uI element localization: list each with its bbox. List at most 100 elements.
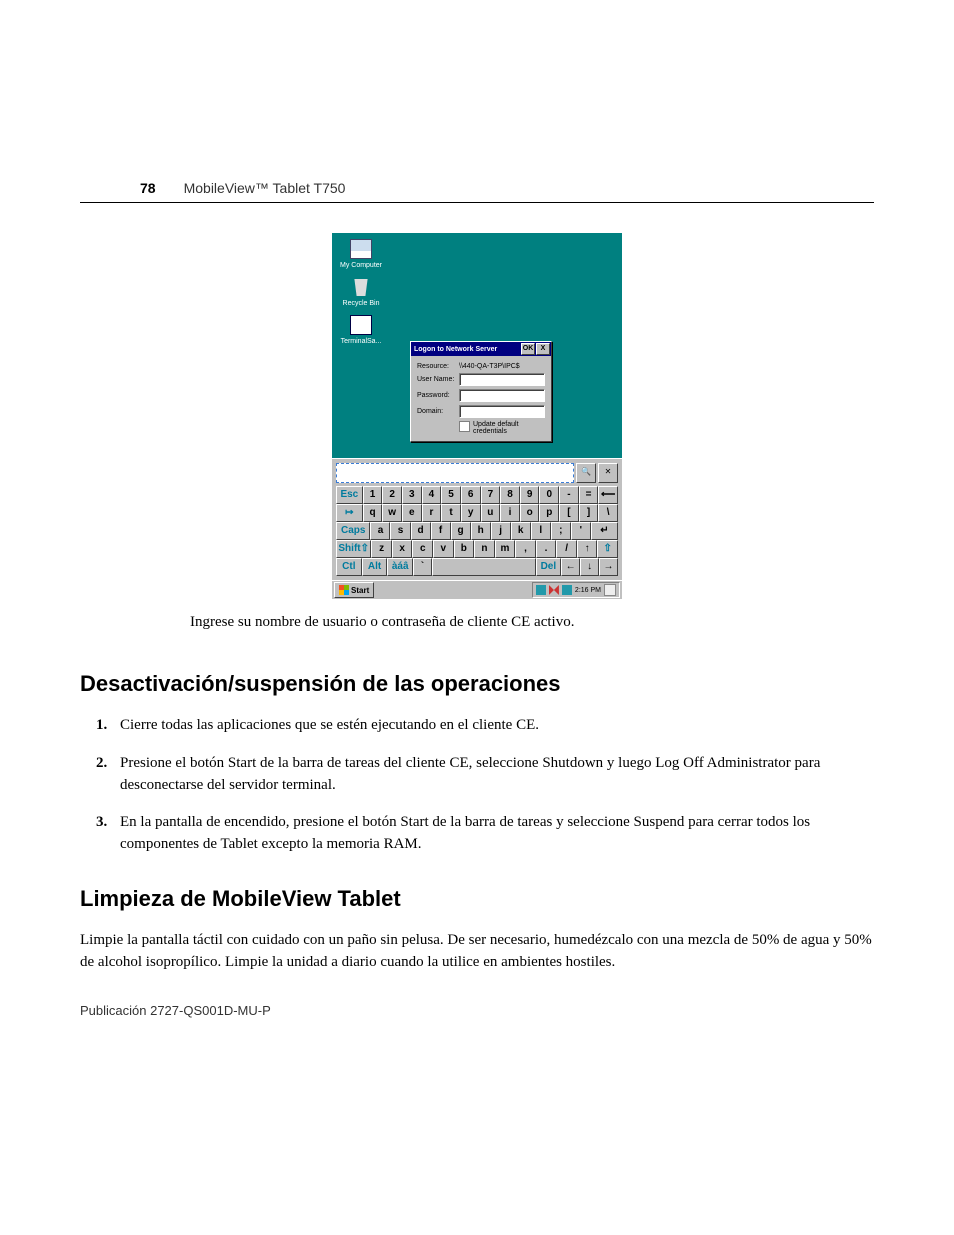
desktop-icon-terminal[interactable]: TerminalSa... [336,315,386,346]
key-8[interactable]: 8 [500,486,520,504]
key-v[interactable]: v [433,540,454,558]
key-b[interactable]: b [454,540,475,558]
key-del[interactable]: Del [536,558,562,576]
key-[interactable]: ↵ [591,522,618,540]
key-y[interactable]: y [461,504,481,522]
header-title: MobileView™ Tablet T750 [184,180,346,196]
key-q[interactable]: q [363,504,383,522]
key-9[interactable]: 9 [520,486,540,504]
computer-icon [350,239,372,259]
password-input[interactable] [459,389,545,402]
key-i[interactable]: i [500,504,520,522]
document-page: 78 MobileView™ Tablet T750 My Computer R… [0,0,954,1078]
key-2[interactable]: 2 [382,486,402,504]
key-p[interactable]: p [539,504,559,522]
key-z[interactable]: z [371,540,392,558]
icon-label: TerminalSa... [336,337,386,346]
desktop-icon-recycle-bin[interactable]: Recycle Bin [336,277,386,308]
key-[interactable]: ⟵ [598,486,618,504]
key-[interactable]: ' [571,522,591,540]
key-[interactable]: àáâ [387,558,413,576]
input-panel: 🔍 ✕ Esc1234567890-=⟵ ↦qwertyuiop[]\ Caps… [332,458,622,580]
key-[interactable]: / [556,540,577,558]
key-[interactable]: = [579,486,599,504]
magnify-button[interactable]: 🔍 [576,463,596,483]
key-shift[interactable]: Shift⇧ [336,540,371,558]
desktop: My Computer Recycle Bin TerminalSa... Lo… [332,233,622,458]
key-esc[interactable]: Esc [336,486,363,504]
key-w[interactable]: w [382,504,402,522]
key-[interactable]: ; [551,522,571,540]
key-[interactable]: , [515,540,536,558]
step-item: Presione el botón Start de la barra de t… [120,753,874,797]
resource-value: \\440-QA-T3P\IPC$ [459,363,545,370]
input-panel-close-button[interactable]: ✕ [598,463,618,483]
key-h[interactable]: h [471,522,491,540]
key-[interactable]: [ [559,504,579,522]
key-c[interactable]: c [412,540,433,558]
key-e[interactable]: e [402,504,422,522]
key-u[interactable]: u [481,504,501,522]
key-7[interactable]: 7 [481,486,501,504]
key-[interactable]: - [559,486,579,504]
update-credentials-checkbox[interactable] [459,421,470,432]
key-[interactable]: ⇧ [597,540,618,558]
key-6[interactable]: 6 [461,486,481,504]
key-1[interactable]: 1 [363,486,383,504]
key-l[interactable]: l [531,522,551,540]
username-input[interactable] [459,373,545,386]
section-heading-cleaning: Limpieza de MobileView Tablet [80,886,874,912]
key-[interactable]: ` [413,558,432,576]
start-button[interactable]: Start [334,582,374,598]
taskbar: Start 2:16 PM [332,580,622,599]
kbd-row-1: Esc1234567890-=⟵ [336,486,618,504]
key-4[interactable]: 4 [422,486,442,504]
key-[interactable]: ↓ [580,558,599,576]
tray-keyboard-icon[interactable] [562,585,572,595]
key-[interactable]: ↦ [336,504,363,522]
key-[interactable]: ↑ [577,540,598,558]
tray-status-icon[interactable] [549,585,559,595]
key-x[interactable]: x [392,540,413,558]
tray-desktop-icon[interactable] [604,584,616,596]
key-s[interactable]: s [390,522,410,540]
key-0[interactable]: 0 [539,486,559,504]
system-tray: 2:16 PM [532,582,620,598]
key-[interactable]: ] [579,504,599,522]
key-t[interactable]: t [441,504,461,522]
domain-input[interactable] [459,405,545,418]
dialog-close-button[interactable]: X [536,343,550,355]
logon-dialog: Logon to Network Server OK X Resource: \… [410,341,552,442]
desktop-icon-my-computer[interactable]: My Computer [336,239,386,270]
key-a[interactable]: a [370,522,390,540]
key-3[interactable]: 3 [402,486,422,504]
key-o[interactable]: o [520,504,540,522]
key-[interactable]: \ [598,504,618,522]
domain-label: Domain: [417,408,459,415]
dialog-titlebar: Logon to Network Server OK X [411,342,551,356]
on-screen-keyboard: Esc1234567890-=⟵ ↦qwertyuiop[]\ Capsasdf… [334,485,620,578]
key-space[interactable] [432,558,536,576]
shutdown-steps: Cierre todas las aplicaciones que se est… [80,715,874,856]
key-ctl[interactable]: Ctl [336,558,362,576]
input-panel-textbox[interactable] [336,463,574,483]
key-n[interactable]: n [474,540,495,558]
page-number: 78 [140,180,156,196]
key-[interactable]: → [599,558,618,576]
key-f[interactable]: f [431,522,451,540]
key-[interactable]: . [536,540,557,558]
recycle-bin-icon [350,277,372,297]
key-g[interactable]: g [451,522,471,540]
key-d[interactable]: d [411,522,431,540]
key-j[interactable]: j [491,522,511,540]
tray-network-icon[interactable] [536,585,546,595]
key-k[interactable]: k [511,522,531,540]
key-m[interactable]: m [495,540,516,558]
key-r[interactable]: r [422,504,442,522]
key-alt[interactable]: Alt [362,558,388,576]
key-[interactable]: ← [561,558,580,576]
key-caps[interactable]: Caps [336,522,370,540]
dialog-ok-button[interactable]: OK [521,343,535,355]
key-5[interactable]: 5 [441,486,461,504]
password-label: Password: [417,392,459,399]
